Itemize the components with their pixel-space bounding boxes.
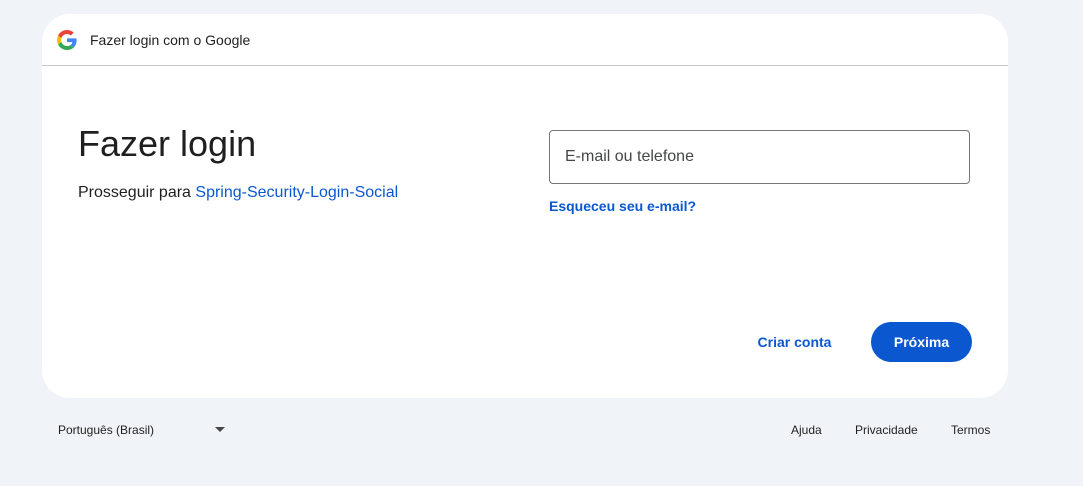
language-label: Português (Brasil): [58, 423, 155, 437]
google-logo-icon: [57, 30, 77, 50]
header-title: Fazer login com o Google: [90, 32, 251, 48]
create-account-button[interactable]: Criar conta: [738, 322, 851, 362]
email-input[interactable]: [550, 131, 969, 183]
subtitle: Prosseguir para Spring-Security-Login-So…: [78, 184, 398, 202]
app-name-link[interactable]: Spring-Security-Login-Social: [195, 184, 398, 201]
language-select[interactable]: Português (Brasil): [46, 412, 236, 448]
next-button[interactable]: Próxima: [871, 322, 972, 362]
page-title: Fazer login: [78, 123, 257, 164]
terms-link[interactable]: Termos: [951, 423, 990, 437]
caret-down-icon: [215, 427, 225, 432]
help-link[interactable]: Ajuda: [791, 423, 822, 437]
card-header: Fazer login com o Google: [42, 14, 1008, 66]
privacy-link[interactable]: Privacidade: [855, 423, 918, 437]
sign-in-card: Fazer login com o Google Fazer login Pro…: [42, 14, 1008, 398]
footer: Português (Brasil) Ajuda Privacidade Ter…: [0, 412, 1083, 448]
subtitle-prefix: Prosseguir para: [78, 184, 196, 201]
email-field-container: [549, 130, 970, 184]
forgot-email-link[interactable]: Esqueceu seu e-mail?: [549, 198, 696, 214]
